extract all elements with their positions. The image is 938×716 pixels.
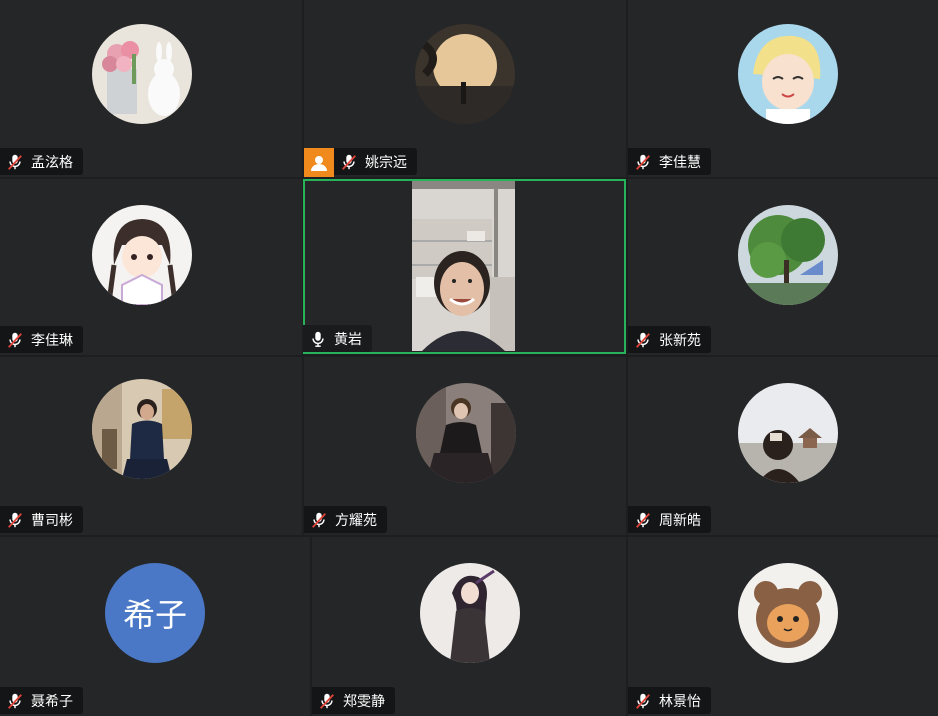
participant-tile[interactable]: 张新苑 xyxy=(628,179,938,355)
name-tag: 李佳慧 xyxy=(628,148,711,175)
participant-name: 黄岩 xyxy=(334,331,362,348)
participant-tile[interactable]: 林景怡 xyxy=(628,537,938,716)
participant-tile[interactable]: 孟泫格 xyxy=(0,0,302,177)
participant-tile[interactable]: 李佳慧 xyxy=(628,0,938,177)
name-tag: 孟泫格 xyxy=(0,148,83,175)
avatar-cat-bear-hood xyxy=(738,563,838,663)
muted-mic-icon xyxy=(310,511,328,529)
name-tag: 李佳琳 xyxy=(0,326,83,353)
name-tag: 周新皓 xyxy=(628,506,711,533)
avatar-anime-girl xyxy=(92,205,192,305)
active-speaker-tile[interactable]: 黄岩 xyxy=(303,179,626,354)
muted-mic-icon xyxy=(634,692,652,710)
muted-mic-icon xyxy=(6,692,24,710)
participant-name: 林景怡 xyxy=(659,693,701,710)
mic-icon xyxy=(309,330,327,348)
avatar-long-hair-figure xyxy=(420,563,520,663)
participant-tile[interactable]: 周新皓 xyxy=(628,357,938,535)
participant-tile[interactable]: 李佳琳 xyxy=(0,179,302,355)
participant-tile[interactable]: 郑雯静 xyxy=(312,537,626,716)
participant-tile[interactable]: 曹司彬 xyxy=(0,357,302,535)
avatar-initials: 希子 xyxy=(122,596,187,634)
name-tag: 林景怡 xyxy=(628,687,711,714)
muted-mic-icon xyxy=(340,153,358,171)
muted-mic-icon xyxy=(318,692,336,710)
muted-mic-icon xyxy=(6,511,24,529)
participant-name: 李佳琳 xyxy=(31,332,73,349)
participant-name: 张新苑 xyxy=(659,332,701,349)
avatar-anime-blonde xyxy=(738,24,838,124)
avatar-girl-cityscape xyxy=(738,383,838,483)
name-tag: 聂希子 xyxy=(0,687,83,714)
avatar-flowers-rabbit xyxy=(92,24,192,124)
name-tag: 黄岩 xyxy=(303,325,372,352)
avatar-moon-sea xyxy=(415,24,515,124)
participant-name: 曹司彬 xyxy=(31,512,73,529)
avatar-text: 希子 xyxy=(105,563,205,663)
avatar-tree-landscape xyxy=(738,205,838,305)
participant-tile[interactable]: 方耀苑 xyxy=(304,357,626,535)
host-badge xyxy=(304,148,334,177)
participant-tile[interactable]: 希子 聂希子 xyxy=(0,537,310,716)
muted-mic-icon xyxy=(6,331,24,349)
name-tag: 姚宗远 xyxy=(334,148,417,175)
user-icon xyxy=(311,155,327,171)
participant-name: 姚宗远 xyxy=(365,154,407,171)
participant-name: 李佳慧 xyxy=(659,154,701,171)
name-tag: 郑雯静 xyxy=(312,687,395,714)
avatar-seated-woman xyxy=(92,379,192,479)
participant-tile[interactable]: 姚宗远 xyxy=(304,0,626,177)
video-feed xyxy=(412,181,515,351)
name-tag: 曹司彬 xyxy=(0,506,83,533)
participant-name: 方耀苑 xyxy=(335,512,377,529)
name-tag: 张新苑 xyxy=(628,326,711,353)
avatar-dark-dress-woman xyxy=(416,383,516,483)
participant-name: 郑雯静 xyxy=(343,693,385,710)
muted-mic-icon xyxy=(634,511,652,529)
muted-mic-icon xyxy=(6,153,24,171)
name-tag: 方耀苑 xyxy=(304,506,387,533)
muted-mic-icon xyxy=(634,331,652,349)
participant-name: 聂希子 xyxy=(31,693,73,710)
participant-name: 周新皓 xyxy=(659,512,701,529)
participant-name: 孟泫格 xyxy=(31,154,73,171)
muted-mic-icon xyxy=(634,153,652,171)
